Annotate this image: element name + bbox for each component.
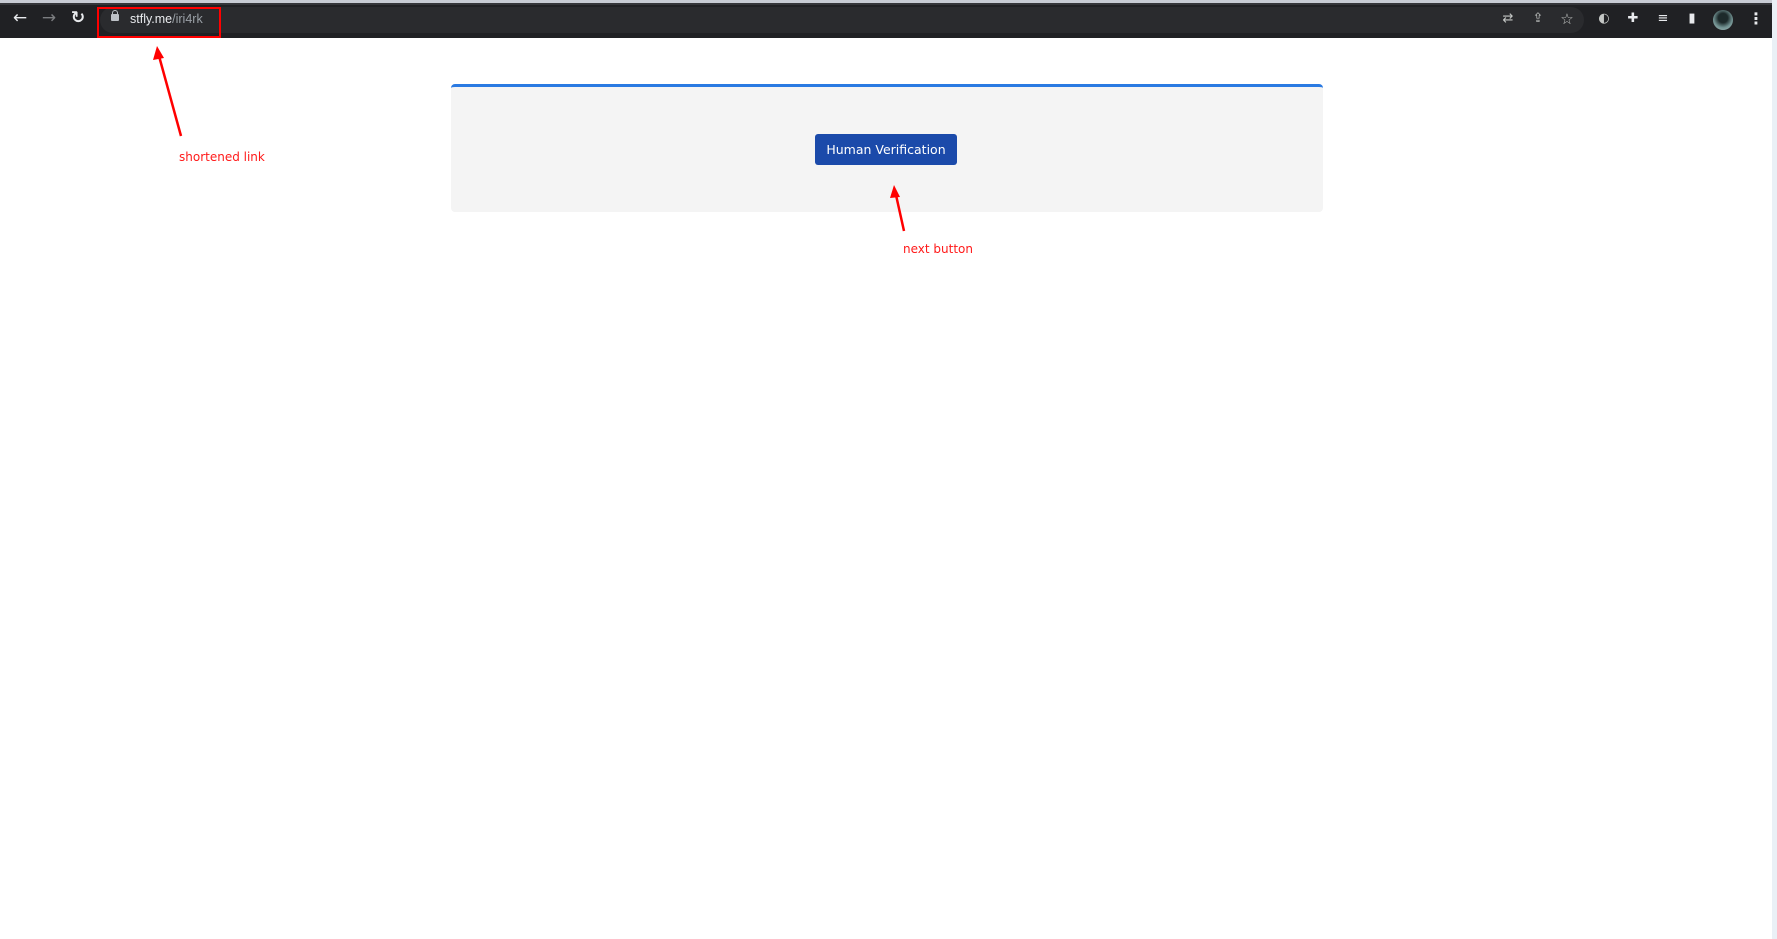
forward-button[interactable]: → bbox=[39, 8, 59, 28]
url-annotation-arrow bbox=[157, 55, 183, 137]
forward-arrow-icon: → bbox=[41, 8, 57, 28]
reading-list-glyph: ≡ bbox=[1657, 11, 1669, 26]
human-verification-button[interactable]: Human Verification bbox=[815, 134, 957, 165]
puzzle-glyph: ✚ bbox=[1627, 11, 1639, 26]
bookmark-star-icon[interactable]: ☆ bbox=[1559, 11, 1575, 27]
browser-menu-icon[interactable]: ⋮ bbox=[1748, 10, 1764, 28]
extensions-puzzle-icon[interactable]: ✚ bbox=[1625, 11, 1641, 27]
share-glyph: ⇪ bbox=[1532, 11, 1544, 26]
address-bar[interactable] bbox=[100, 7, 1584, 33]
translate-icon[interactable]: ⇄ bbox=[1500, 11, 1516, 27]
extension-s-glyph: ◐ bbox=[1598, 11, 1610, 26]
page-scrollbar[interactable] bbox=[1772, 0, 1777, 939]
url-annotation-arrowhead bbox=[153, 46, 164, 60]
reading-list-icon[interactable]: ≡ bbox=[1655, 11, 1671, 27]
share-icon[interactable]: ⇪ bbox=[1530, 11, 1546, 27]
menu-glyph: ⋮ bbox=[1748, 9, 1764, 28]
side-panel-icon[interactable]: ▮ bbox=[1684, 11, 1700, 27]
profile-avatar[interactable] bbox=[1713, 10, 1733, 30]
extension-icon[interactable]: ◐ bbox=[1596, 11, 1612, 27]
back-button[interactable]: ← bbox=[10, 8, 30, 28]
reload-button[interactable]: ↻ bbox=[68, 8, 88, 28]
reload-icon: ↻ bbox=[70, 8, 86, 28]
star-glyph: ☆ bbox=[1560, 10, 1574, 28]
next-button-label: next button bbox=[903, 242, 973, 256]
shortened-link-label: shortened link bbox=[179, 150, 265, 164]
side-panel-glyph: ▮ bbox=[1688, 11, 1696, 26]
back-arrow-icon: ← bbox=[12, 8, 28, 28]
translate-glyph: ⇄ bbox=[1502, 11, 1514, 26]
url-annotation-box bbox=[97, 7, 221, 38]
